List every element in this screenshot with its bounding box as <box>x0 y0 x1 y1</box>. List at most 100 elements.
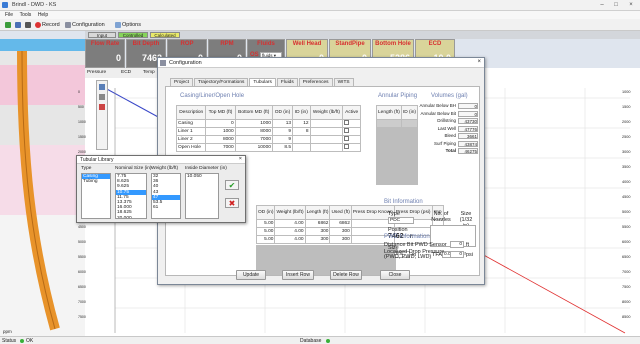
table-cell[interactable] <box>292 135 311 144</box>
axis-tick-label: 7500 <box>78 315 86 319</box>
tab-temp[interactable]: Temp <box>143 70 155 75</box>
table-cell[interactable]: 8000 <box>234 127 273 136</box>
weight-listbox[interactable]: 32 36 40 43 47 53.5 61 <box>151 173 181 219</box>
table-cell[interactable]: 300 <box>304 235 331 244</box>
table-cell[interactable]: 1000 <box>205 127 236 136</box>
table-cell[interactable]: 9 <box>271 135 294 144</box>
axis-tick-label: 1500 <box>622 105 631 109</box>
list-item[interactable]: Tubing <box>82 179 110 184</box>
close-button[interactable]: × <box>625 1 637 9</box>
table-cell[interactable] <box>309 119 344 128</box>
table-cell[interactable]: 300 <box>329 235 352 244</box>
tab-trajectory[interactable]: Trajectory/Formations <box>193 78 249 86</box>
table-cell[interactable]: 6862 <box>304 219 331 228</box>
active-checkbox[interactable] <box>342 119 361 128</box>
bit-type-select[interactable]: PDC <box>388 217 414 224</box>
minimize-button[interactable]: – <box>596 1 608 9</box>
table-cell[interactable]: 8000 <box>205 135 236 144</box>
plot-tool-palette <box>96 80 108 150</box>
table-cell[interactable]: Open Hole <box>175 143 207 152</box>
axis-tick-label: 7500 <box>622 285 631 289</box>
table-cell[interactable]: 0 <box>205 119 236 128</box>
close-dialog-button[interactable]: Close <box>380 270 410 280</box>
table-cell[interactable]: 9 <box>271 127 294 136</box>
table-cell[interactable]: 7000 <box>234 135 273 144</box>
table-cell[interactable]: 5.00 <box>255 227 276 236</box>
pan-icon[interactable] <box>99 94 105 100</box>
tab-pressure[interactable]: Pressure <box>87 70 106 75</box>
zoom-icon[interactable] <box>99 84 105 90</box>
table-cell[interactable] <box>309 127 344 136</box>
table-cell[interactable] <box>309 143 344 152</box>
tab-wits[interactable]: WITS <box>333 78 354 86</box>
menu-help[interactable]: Help <box>38 11 48 19</box>
table-row[interactable]: Liner 2 8000 7000 9 <box>175 135 361 144</box>
axis-tick-label: 1000 <box>78 120 86 124</box>
configuration-close-icon[interactable]: × <box>477 59 481 65</box>
table-cell[interactable]: 6862 <box>329 219 352 228</box>
table-cell[interactable] <box>309 135 344 144</box>
options-icon <box>115 21 121 28</box>
table-cell[interactable]: Casing <box>175 119 207 128</box>
table-cell[interactable]: 4.00 <box>274 227 306 236</box>
status-ok-icon <box>20 339 24 343</box>
pwd-distance-field[interactable]: 0 <box>450 241 464 248</box>
table-cell[interactable] <box>292 143 311 152</box>
table-cell[interactable]: Liner 1 <box>175 127 207 136</box>
table-cell[interactable]: 5.00 <box>255 235 276 244</box>
library-close-icon[interactable]: × <box>239 156 242 162</box>
tab-tubulars[interactable]: Tubulars <box>249 78 276 86</box>
table-row[interactable]: Liner 1 1000 8000 9 8 <box>175 127 361 136</box>
table-cell[interactable]: 300 <box>329 227 352 236</box>
table-cell[interactable]: 4.00 <box>274 219 306 228</box>
list-item[interactable]: 61 <box>152 205 180 210</box>
annular-section-title: Annular Piping <box>378 93 418 99</box>
delete-row-button[interactable]: Delete Row <box>330 270 362 280</box>
table-cell[interactable]: 4.00 <box>274 235 306 244</box>
tab-preferences[interactable]: Preferences <box>298 78 333 86</box>
record-button[interactable]: Record <box>32 20 63 30</box>
configuration-button[interactable]: Configuration <box>62 20 108 30</box>
axis-tick-label: 6500 <box>622 255 631 259</box>
table-cell[interactable]: Liner 2 <box>175 135 207 144</box>
table-cell[interactable]: 8 <box>292 127 311 136</box>
list-item[interactable]: 20.000 <box>116 216 146 219</box>
accept-icon[interactable]: ✔ <box>225 180 239 190</box>
play-icon <box>5 21 11 28</box>
volume-label: Annular Below BH <box>419 103 456 108</box>
active-checkbox[interactable] <box>342 143 361 152</box>
active-checkbox[interactable] <box>342 135 361 144</box>
pwd-drop-field[interactable]: 0 <box>450 251 464 258</box>
table-row[interactable]: Casing 0 1000 13 12 <box>175 119 361 128</box>
id-listbox[interactable]: 10.050 <box>185 173 219 219</box>
update-button[interactable]: Update <box>236 270 266 280</box>
active-checkbox[interactable] <box>342 127 361 136</box>
tab-ecd[interactable]: ECD <box>121 70 131 75</box>
size-listbox[interactable]: 7.75 8.625 9.625 10.75 11.75 13.375 16.000 18.6… <box>115 173 147 219</box>
reset-icon[interactable] <box>99 104 105 110</box>
axis-tick-label: 6000 <box>622 240 631 244</box>
table-cell[interactable]: 13 <box>271 119 294 128</box>
list-item[interactable]: 10.050 <box>186 174 218 179</box>
table-cell[interactable]: 300 <box>304 227 331 236</box>
reject-icon[interactable]: ✖ <box>225 198 239 208</box>
configuration-title: Configuration <box>169 60 202 66</box>
table-cell[interactable]: 8.5 <box>271 143 294 152</box>
table-cell[interactable]: 5.00 <box>255 219 276 228</box>
maximize-button[interactable]: □ <box>610 1 622 9</box>
tab-fluids[interactable]: Fluids <box>276 78 298 86</box>
options-button[interactable]: Options <box>112 20 144 30</box>
table-cell[interactable]: 10000 <box>234 143 273 152</box>
menu-file[interactable]: File <box>5 11 13 19</box>
menu-tools[interactable]: Tools <box>20 11 32 19</box>
tab-project[interactable]: Project <box>170 78 193 86</box>
axis-tick-label: 2000 <box>622 120 631 124</box>
table-row[interactable]: 5.00 4.00 6862 6862 <box>255 219 444 228</box>
type-listbox[interactable]: Casing Tubing <box>81 173 111 219</box>
table-cell[interactable]: 12 <box>292 119 311 128</box>
axis-tick-label: 7000 <box>622 270 631 274</box>
table-row[interactable]: Open Hole 7000 10000 8.5 <box>175 143 361 152</box>
table-cell[interactable]: 1000 <box>234 119 273 128</box>
insert-row-button[interactable]: Insert Row <box>282 270 314 280</box>
table-cell[interactable]: 7000 <box>205 143 236 152</box>
